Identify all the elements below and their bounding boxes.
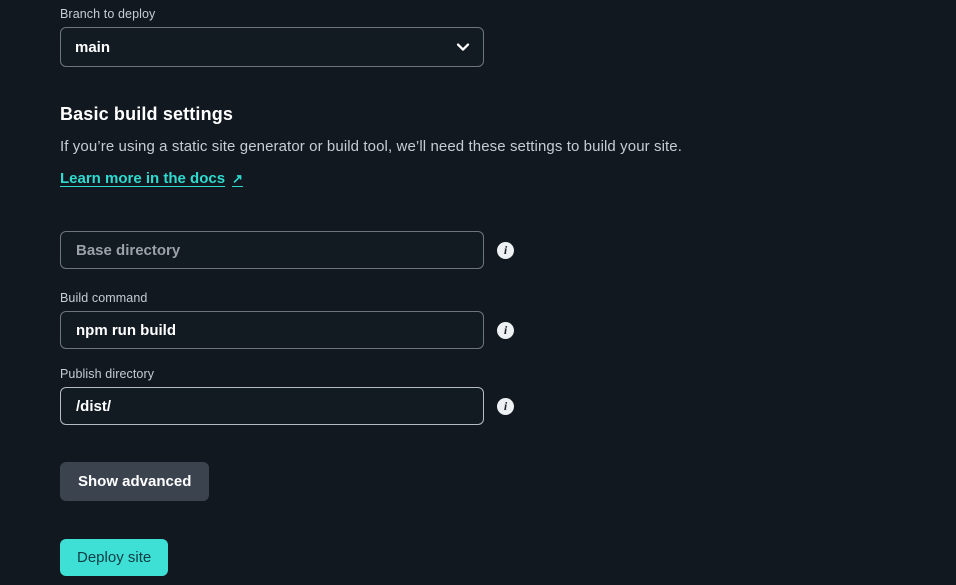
base-directory-input[interactable] bbox=[60, 231, 484, 269]
chevron-down-icon bbox=[456, 40, 470, 54]
build-command-input[interactable] bbox=[60, 311, 484, 349]
publish-directory-input[interactable] bbox=[60, 387, 484, 425]
build-command-field-group: Build command i bbox=[60, 290, 514, 349]
build-command-label: Build command bbox=[60, 291, 148, 305]
publish-directory-field-group: Publish directory i bbox=[60, 366, 514, 425]
branch-to-deploy-label: Branch to deploy bbox=[60, 7, 156, 21]
external-link-icon: ↗ bbox=[232, 171, 243, 186]
branch-to-deploy-group: Branch to deploy main bbox=[60, 6, 484, 67]
info-icon[interactable]: i bbox=[497, 241, 514, 259]
learn-more-docs-link[interactable]: Learn more in the docs ↗ bbox=[60, 170, 243, 187]
page-title: Basic build settings bbox=[60, 104, 234, 124]
branch-select[interactable]: main bbox=[60, 27, 484, 67]
publish-directory-label: Publish directory bbox=[60, 367, 155, 381]
show-advanced-button[interactable]: Show advanced bbox=[60, 462, 210, 501]
base-directory-field-row: i bbox=[60, 231, 514, 269]
learn-more-docs-label: Learn more in the docs bbox=[60, 170, 226, 187]
info-icon[interactable]: i bbox=[497, 397, 514, 415]
info-icon[interactable]: i bbox=[497, 321, 514, 339]
build-command-field-row: i bbox=[60, 311, 514, 349]
build-settings-description: If you’re using a static site generator … bbox=[60, 138, 683, 155]
deploy-site-button[interactable]: Deploy site bbox=[60, 539, 169, 576]
publish-directory-field-row: i bbox=[60, 387, 514, 425]
page-background: Branch to deploy main Basic build settin… bbox=[0, 0, 956, 585]
branch-select-wrap: main bbox=[60, 27, 484, 67]
branch-select-value: main bbox=[75, 38, 111, 56]
